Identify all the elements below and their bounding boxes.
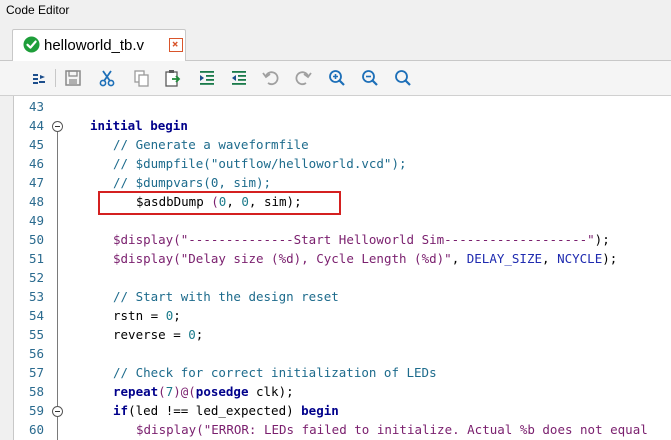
- tab-strip: helloworld_tb.v: [0, 22, 671, 61]
- code-line: 52: [14, 269, 671, 288]
- code-comment: // Generate a waveformfile: [113, 137, 309, 152]
- code-line: 46 // $dumpfile("outflow/helloworld.vcd"…: [14, 155, 671, 174]
- toolbar-separator: [55, 69, 56, 87]
- code-editor[interactable]: 43 44 initial begin 45 // Generate a wav…: [13, 96, 671, 440]
- code-text: $display("Delay size (%d), Cycle Length …: [113, 251, 618, 266]
- line-number: 60: [28, 422, 44, 437]
- code-text: if(led !== led_expected) begin: [113, 403, 339, 418]
- code-line: 59 if(led !== led_expected) begin: [14, 402, 671, 421]
- line-number: 44: [28, 118, 44, 133]
- line-number: 53: [28, 289, 44, 304]
- zoom-in-icon[interactable]: [326, 67, 348, 89]
- indent-tool-icon[interactable]: [28, 67, 50, 89]
- code-text: rstn = 0;: [113, 308, 181, 323]
- copy-icon[interactable]: [130, 67, 152, 89]
- line-number: 48: [28, 194, 44, 209]
- code-text: $display("--------------Start Helloworld…: [113, 232, 610, 247]
- line-number: 47: [28, 175, 44, 190]
- line-number: 46: [28, 156, 44, 171]
- highlight-annotation-box: [98, 191, 341, 215]
- code-line: 56: [14, 345, 671, 364]
- line-number: 49: [28, 213, 44, 228]
- redo-icon[interactable]: [292, 67, 314, 89]
- line-number: 59: [28, 403, 44, 418]
- cut-icon[interactable]: [96, 67, 118, 89]
- indent-icon[interactable]: [196, 67, 218, 89]
- code-line: 45 // Generate a waveformfile: [14, 136, 671, 155]
- line-number: 45: [28, 137, 44, 152]
- zoom-out-icon[interactable]: [359, 67, 381, 89]
- fold-toggle-icon[interactable]: [52, 121, 63, 132]
- code-line: 50 $display("--------------Start Hellowo…: [14, 231, 671, 250]
- tab-helloworld-tb[interactable]: helloworld_tb.v: [12, 29, 186, 61]
- fold-toggle-icon[interactable]: [52, 406, 63, 417]
- outdent-icon[interactable]: [228, 67, 250, 89]
- line-number: 52: [28, 270, 44, 285]
- code-line: 53 // Start with the design reset: [14, 288, 671, 307]
- window-titlebar: Code Editor: [0, 0, 671, 22]
- line-number: 55: [28, 327, 44, 342]
- code-text: $display("ERROR: LEDs failed to initiali…: [136, 422, 648, 437]
- line-number: 50: [28, 232, 44, 247]
- check-circle-icon: [23, 36, 40, 53]
- editor-toolbar: [0, 61, 671, 96]
- code-line: 54 rstn = 0;: [14, 307, 671, 326]
- tab-label: helloworld_tb.v: [44, 37, 145, 54]
- code-line: 60 $display("ERROR: LEDs failed to initi…: [14, 421, 671, 440]
- undo-icon[interactable]: [260, 67, 282, 89]
- line-number: 57: [28, 365, 44, 380]
- window-title: Code Editor: [6, 3, 70, 17]
- code-line: 58 repeat(7)@(posedge clk);: [14, 383, 671, 402]
- line-number: 51: [28, 251, 44, 266]
- line-number: 43: [28, 99, 44, 114]
- line-number: 56: [28, 346, 44, 361]
- code-line: 51 $display("Delay size (%d), Cycle Leng…: [14, 250, 671, 269]
- code-comment: // Start with the design reset: [113, 289, 339, 304]
- code-text: repeat(7)@(posedge clk);: [113, 384, 294, 399]
- code-text: initial begin: [90, 118, 188, 133]
- close-icon[interactable]: [169, 38, 183, 52]
- code-line: 55 reverse = 0;: [14, 326, 671, 345]
- code-comment: // $dumpvars(0, sim);: [113, 175, 272, 190]
- code-line: 44 initial begin: [14, 117, 671, 136]
- paste-icon[interactable]: [162, 67, 184, 89]
- code-comment: // $dumpfile("outflow/helloworld.vcd");: [113, 156, 407, 171]
- line-number: 54: [28, 308, 44, 323]
- code-text: reverse = 0;: [113, 327, 204, 342]
- code-line: 57 // Check for correct initialization o…: [14, 364, 671, 383]
- save-icon[interactable]: [62, 67, 84, 89]
- code-line: 43: [14, 98, 671, 117]
- find-icon[interactable]: [392, 67, 414, 89]
- line-number: 58: [28, 384, 44, 399]
- code-comment: // Check for correct initialization of L…: [113, 365, 437, 380]
